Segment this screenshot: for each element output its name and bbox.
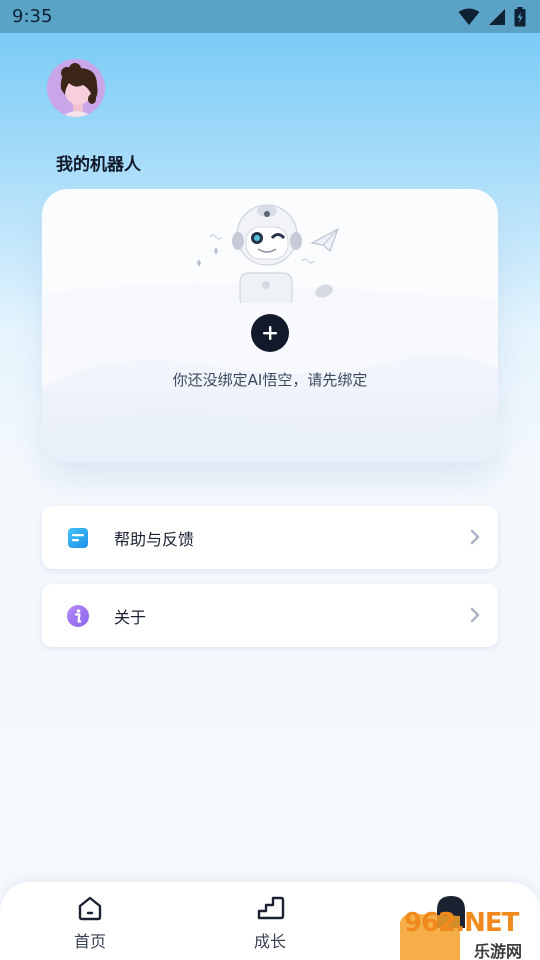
tab-growth[interactable]: 成长 [220, 882, 320, 960]
unbound-robot-message: 你还没绑定AI悟空，请先绑定 [172, 371, 368, 389]
cellular-signal-icon [489, 8, 505, 25]
avatar[interactable] [47, 59, 105, 117]
status-icons [458, 6, 526, 27]
watermark-sub-text: 乐游网 [474, 942, 523, 960]
status-bar: 9:35 [0, 0, 540, 33]
site-watermark-logo: 962.NET 乐游网 [400, 908, 540, 960]
bind-robot-add-button[interactable] [251, 314, 289, 352]
battery-charging-icon [514, 6, 526, 26]
stairs-icon [257, 896, 285, 920]
menu-item-help-feedback[interactable]: 帮助与反馈 [42, 506, 498, 569]
chevron-right-icon [470, 607, 480, 623]
wifi-icon [458, 8, 480, 25]
home-icon [78, 896, 102, 921]
plus-icon [263, 326, 277, 340]
tab-home[interactable]: 首页 [40, 882, 140, 960]
robot-card: 你还没绑定AI悟空，请先绑定 [42, 189, 498, 462]
watermark-main-text: 962.NET [404, 908, 519, 938]
menu-label-about: 关于 [114, 607, 147, 627]
avatar-illustration [47, 59, 105, 117]
status-time: 9:35 [12, 6, 53, 27]
robot-illustration [197, 204, 340, 303]
document-icon [68, 528, 88, 548]
menu-item-about[interactable]: 关于 [42, 584, 498, 647]
tab-label-home: 首页 [73, 932, 106, 951]
info-icon [67, 605, 89, 627]
tab-label-growth: 成长 [253, 932, 286, 951]
menu-label-help-feedback: 帮助与反馈 [114, 529, 195, 549]
chevron-right-icon [470, 529, 480, 545]
section-title-my-robot: 我的机器人 [56, 155, 141, 175]
